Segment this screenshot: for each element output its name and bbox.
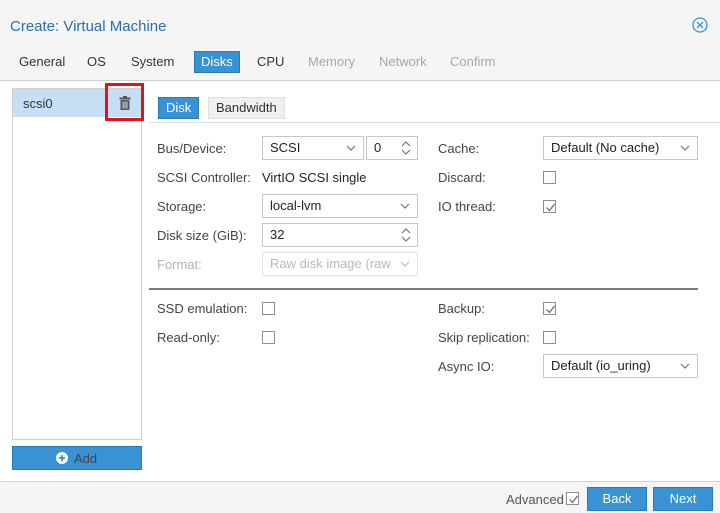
chevron-down-icon <box>680 145 690 151</box>
backup-label: Backup: <box>438 301 485 316</box>
storage-select[interactable]: local-lvm <box>262 194 418 218</box>
format-label: Format: <box>157 257 202 272</box>
tab-os[interactable]: OS <box>81 51 112 73</box>
discard-label: Discard: <box>438 170 486 185</box>
close-button[interactable] <box>692 17 708 33</box>
checkmark-icon <box>546 203 555 212</box>
disk-size-stepper[interactable]: 32 <box>262 223 418 247</box>
highlight-box <box>105 83 144 121</box>
storage-label: Storage: <box>157 199 207 214</box>
skip-replication-label: Skip replication: <box>438 330 530 345</box>
io-thread-label: IO thread: <box>438 199 496 214</box>
next-button[interactable]: Next <box>653 487 713 511</box>
tab-cpu[interactable]: CPU <box>251 51 290 73</box>
checkmark-icon <box>546 305 555 314</box>
device-number-value: 0 <box>374 140 382 155</box>
ssd-emulation-label: SSD emulation: <box>157 301 248 316</box>
window-title: Create: Virtual Machine <box>10 18 167 35</box>
tab-disks[interactable]: Disks <box>194 51 240 73</box>
read-only-checkbox[interactable] <box>262 331 275 344</box>
ssd-emulation-checkbox[interactable] <box>262 302 275 315</box>
close-icon <box>692 17 708 33</box>
checkmark-icon <box>569 495 578 504</box>
chevron-down-icon <box>400 203 410 209</box>
disk-list <box>12 88 142 440</box>
device-number-stepper[interactable]: 0 <box>366 136 418 160</box>
format-select-value: Raw disk image (raw <box>270 256 391 271</box>
io-thread-checkbox[interactable] <box>543 200 556 213</box>
format-select: Raw disk image (raw <box>262 252 418 276</box>
tab-confirm: Confirm <box>450 54 496 69</box>
subtab-bandwidth[interactable]: Bandwidth <box>208 97 285 119</box>
subtab-disk[interactable]: Disk <box>158 97 200 119</box>
chevron-down-icon <box>400 261 410 267</box>
read-only-label: Read-only: <box>157 330 220 345</box>
scsi-controller-label: SCSI Controller: <box>157 170 251 185</box>
advanced-label: Advanced <box>506 492 564 507</box>
bus-select[interactable]: SCSI <box>262 136 364 160</box>
async-io-select[interactable]: Default (io_uring) <box>543 354 698 378</box>
add-disk-button[interactable]: Add <box>12 446 142 470</box>
tab-memory: Memory <box>308 54 355 69</box>
cache-select[interactable]: Default (No cache) <box>543 136 698 160</box>
tab-system[interactable]: System <box>125 51 180 73</box>
scsi-controller-value: VirtIO SCSI single <box>262 170 367 185</box>
async-io-select-value: Default (io_uring) <box>551 358 651 373</box>
cache-select-value: Default (No cache) <box>551 140 660 155</box>
async-io-label: Async IO: <box>438 359 495 374</box>
advanced-checkbox[interactable] <box>566 492 579 505</box>
bus-device-label: Bus/Device: <box>157 141 227 156</box>
chevron-down-icon <box>680 363 690 369</box>
spinner-arrows-icon <box>401 228 411 242</box>
disk-size-value: 32 <box>270 227 285 242</box>
storage-select-value: local-lvm <box>270 198 322 213</box>
tab-network: Network <box>379 54 427 69</box>
subtab-divider <box>149 122 720 123</box>
disk-list-item-label: scsi0 <box>23 96 53 111</box>
cache-label: Cache: <box>438 141 480 156</box>
add-disk-label: Add <box>74 451 98 466</box>
backup-checkbox[interactable] <box>543 302 556 315</box>
spinner-arrows-icon <box>401 141 411 155</box>
plus-circle-icon <box>56 452 68 464</box>
disk-size-label: Disk size (GiB): <box>157 228 247 243</box>
skip-replication-checkbox[interactable] <box>543 331 556 344</box>
back-button[interactable]: Back <box>587 487 647 511</box>
tab-general[interactable]: General <box>13 51 71 73</box>
discard-checkbox[interactable] <box>543 171 556 184</box>
section-divider <box>149 288 698 290</box>
chevron-down-icon <box>346 145 356 151</box>
bus-select-value: SCSI <box>270 140 301 155</box>
